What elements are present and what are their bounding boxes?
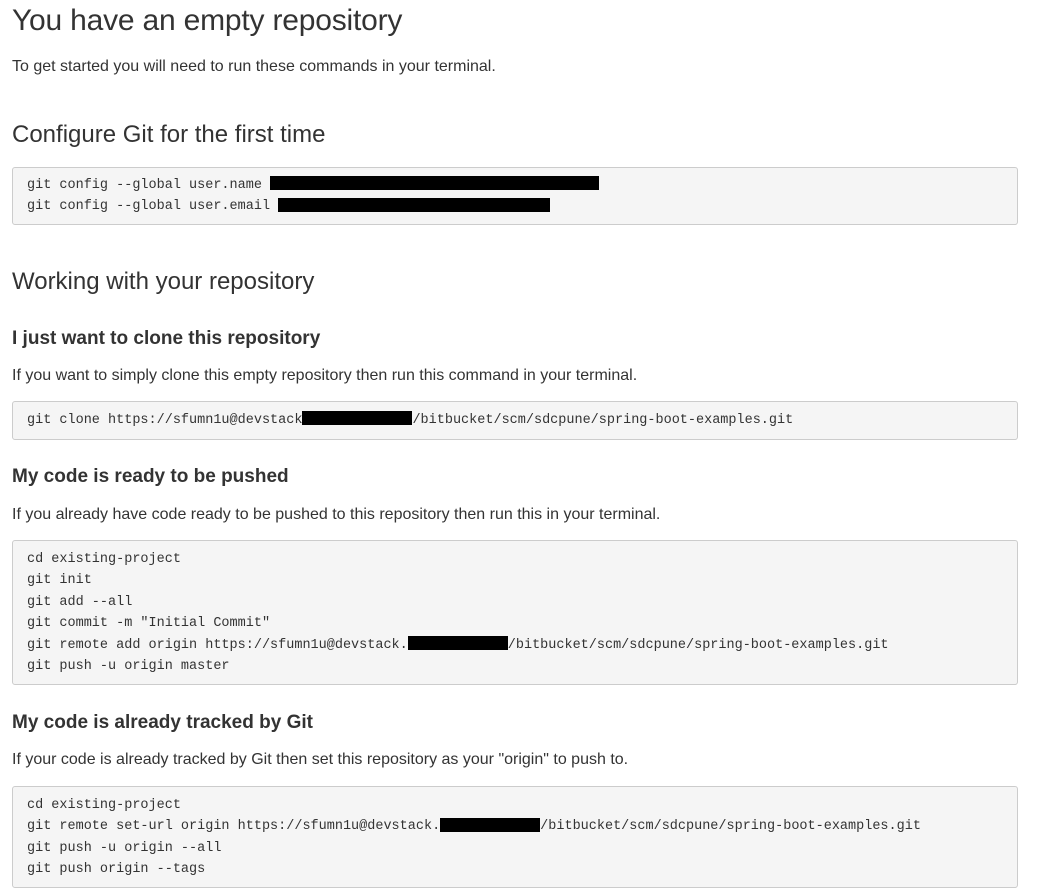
tracked-description: If your code is already tracked by Git t… — [12, 751, 629, 768]
code-line: cd existing-project — [27, 798, 181, 813]
code-line: cd existing-project — [27, 552, 181, 567]
code-line: git push -u origin --all — [27, 840, 222, 856]
code-line-user-email: git config --global user.email — [27, 196, 1003, 217]
code-line-remote-set-url: git remote set-url origin https://sfumn1… — [27, 817, 921, 835]
empty-repository-page: You have an empty repository To get star… — [0, 0, 1054, 896]
redacted-user-email — [278, 197, 551, 212]
push-description: If you already have code ready to be pus… — [12, 506, 661, 523]
push-heading: My code is ready to be pushed — [12, 466, 289, 487]
configure-git-heading: Configure Git for the first time — [12, 121, 326, 148]
code-line: git init — [27, 573, 92, 589]
code-line-user-name: git config --global user.name — [27, 175, 1003, 196]
redacted-host — [440, 817, 541, 832]
tracked-code-block[interactable]: cd existing-project git remote set-url o… — [12, 786, 1018, 888]
clone-description: If you want to simply clone this empty r… — [12, 367, 638, 384]
push-code-block[interactable]: cd existing-project git init git add --a… — [12, 540, 1018, 685]
code-line: git commit -m "Initial Commit" — [27, 616, 271, 632]
redacted-host — [302, 411, 413, 426]
code-line-git-clone: git clone https://sfumn1u@devstack/bitbu… — [27, 411, 794, 428]
working-with-repository-heading: Working with your repository — [12, 268, 315, 295]
intro-text: To get started you will need to run thes… — [12, 58, 496, 75]
page-title: You have an empty repository — [12, 4, 403, 37]
clone-code-block[interactable]: git clone https://sfumn1u@devstack/bitbu… — [12, 401, 1018, 440]
redacted-user-name — [270, 176, 600, 191]
configure-git-code-block[interactable]: git config --global user.name git config… — [12, 167, 1018, 225]
code-line-remote-add: git remote add origin https://sfumn1u@de… — [27, 636, 889, 653]
code-line: git add --all — [27, 594, 133, 610]
clone-heading: I just want to clone this repository — [12, 328, 321, 349]
code-line: git push -u origin master — [27, 658, 230, 674]
code-line: git push origin --tags — [27, 862, 206, 878]
tracked-heading: My code is already tracked by Git — [12, 712, 313, 733]
redacted-host — [407, 636, 508, 650]
